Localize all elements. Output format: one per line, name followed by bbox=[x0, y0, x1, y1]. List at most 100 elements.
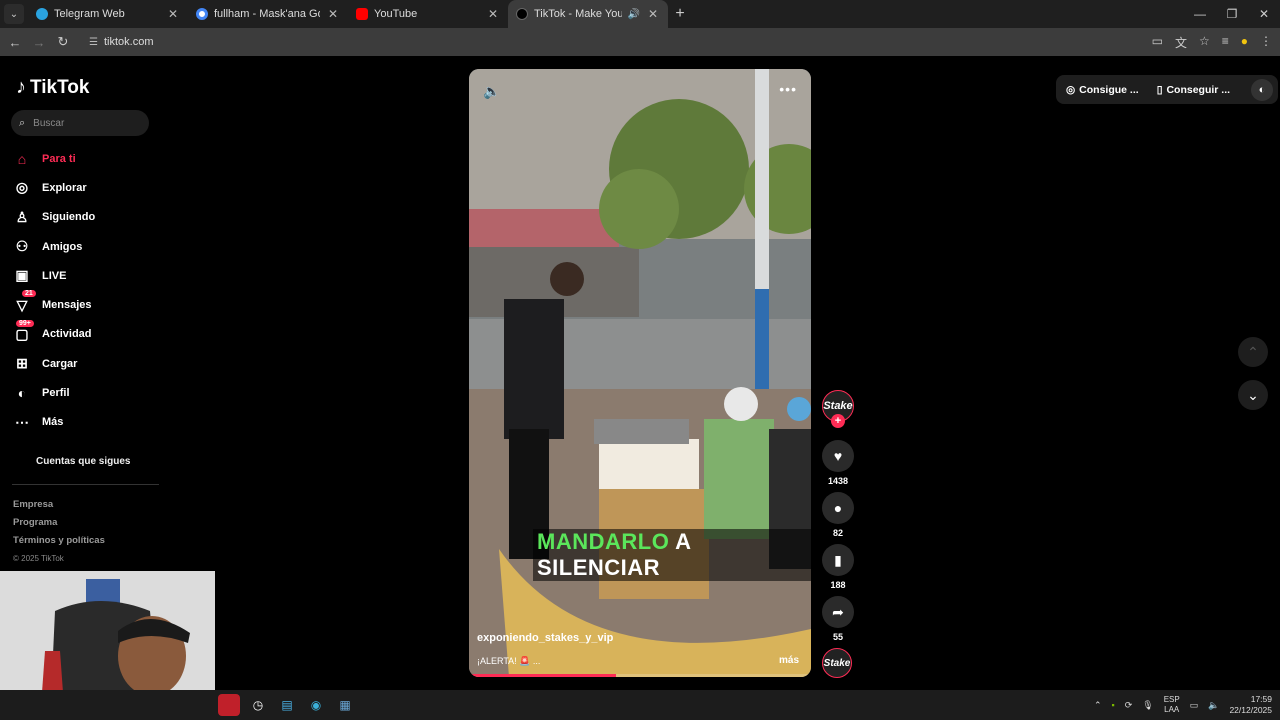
restore-icon[interactable]: ❐ bbox=[1216, 0, 1248, 28]
video-player[interactable]: 🔈 ••• MANDARLO A SILENCIAR exponiendo_st… bbox=[469, 69, 811, 677]
tab-telegram[interactable]: Telegram Web ✕ bbox=[28, 0, 188, 28]
heart-icon[interactable]: ♥ bbox=[822, 440, 854, 472]
sidebar-item-amigos[interactable]: ⚇ Amigos bbox=[14, 232, 164, 261]
sidebar-item-mensajes[interactable]: ▽ 21 Mensajes bbox=[14, 290, 164, 319]
address-bar: ← → ↻ ☰ tiktok.com ▭ 文 ☆ ≡ ● ⋮ bbox=[0, 28, 1280, 56]
sidebar-item-label: Actividad bbox=[42, 328, 92, 341]
bookmark-star-icon[interactable]: ☆ bbox=[1199, 34, 1210, 51]
close-icon[interactable]: ✕ bbox=[486, 7, 500, 21]
activity-icon: ▢ bbox=[15, 325, 29, 342]
sidebar-item-label: Amigos bbox=[42, 240, 83, 253]
save-action: ▮ 188 bbox=[822, 544, 854, 590]
back-icon[interactable]: ← bbox=[3, 35, 27, 50]
taskbar-notepad-icon[interactable]: ▤ bbox=[276, 694, 298, 716]
tiktok-icon bbox=[516, 8, 528, 20]
taskbar-app-icon[interactable] bbox=[218, 694, 240, 716]
tab-google[interactable]: fullham - Mask'ana Google ✕ bbox=[188, 0, 348, 28]
get-coins-button[interactable]: ◎ Consigue ... bbox=[1056, 84, 1139, 96]
language-indicator[interactable]: ESP LAA bbox=[1164, 695, 1180, 715]
mic-icon[interactable]: 🎙 bbox=[1142, 700, 1153, 711]
following-accounts-heading: Cuentas que sigues bbox=[36, 456, 131, 467]
search-input[interactable]: ⌕ Buscar bbox=[11, 110, 149, 136]
sidebar-item-label: Para ti bbox=[42, 152, 76, 165]
comment-icon[interactable]: ● bbox=[822, 492, 854, 524]
new-tab-button[interactable]: + bbox=[668, 5, 692, 23]
sidebar-item-live[interactable]: ▣ LIVE bbox=[14, 261, 164, 290]
previous-video-button[interactable]: ⌃ bbox=[1238, 337, 1268, 367]
media-controls-icon[interactable]: ≡ bbox=[1222, 34, 1229, 51]
share-count: 55 bbox=[832, 632, 843, 642]
network-icon[interactable]: ▭ bbox=[1190, 700, 1199, 711]
forward-icon[interactable]: → bbox=[27, 35, 51, 50]
sidebar-item-cargar[interactable]: ⊞ Cargar bbox=[14, 349, 164, 378]
translate-icon[interactable]: 文 bbox=[1175, 34, 1187, 51]
volume-icon[interactable]: 🔈 bbox=[483, 83, 500, 100]
close-icon[interactable]: ✕ bbox=[326, 7, 340, 21]
tab-title: YouTube bbox=[374, 8, 418, 20]
messages-badge: 21 bbox=[22, 290, 36, 298]
speaker-icon[interactable]: 🔊 bbox=[628, 9, 640, 20]
next-video-button[interactable]: ⌄ bbox=[1238, 380, 1268, 410]
close-icon[interactable]: ✕ bbox=[646, 7, 660, 21]
footer-link-empresa[interactable]: Empresa bbox=[13, 496, 105, 514]
sidebar-item-explorar[interactable]: ◎ Explorar bbox=[14, 173, 164, 202]
bookmark-icon[interactable]: ▮ bbox=[822, 544, 854, 576]
profile-avatar-icon[interactable]: ● bbox=[1241, 34, 1248, 51]
cast-icon[interactable]: ▭ bbox=[1152, 34, 1163, 51]
footer-link-programa[interactable]: Programa bbox=[13, 514, 105, 532]
sidebar-item-para-ti[interactable]: ⌂ Para ti bbox=[14, 144, 164, 173]
tab-title: Telegram Web bbox=[54, 8, 125, 20]
nvidia-icon[interactable]: ▪ bbox=[1112, 700, 1115, 710]
url-field[interactable]: ☰ tiktok.com bbox=[81, 30, 1121, 54]
get-app-label: Conseguir ... bbox=[1166, 83, 1231, 96]
video-frame bbox=[469, 69, 811, 677]
volume-tray-icon[interactable]: 🔈 bbox=[1208, 700, 1219, 711]
taskbar-clock-app-icon[interactable]: ◷ bbox=[247, 694, 269, 716]
comment-action: ● 82 bbox=[822, 492, 854, 538]
more-options-icon[interactable]: ••• bbox=[779, 81, 797, 97]
top-right-bar: ◎ Consigue ... ▯ Conseguir ... ◐ bbox=[1056, 75, 1278, 104]
see-more-link[interactable]: más bbox=[779, 655, 799, 666]
tab-search-dropdown-icon[interactable]: ⌄ bbox=[4, 4, 24, 24]
reload-icon[interactable]: ↻ bbox=[51, 34, 75, 50]
comment-count: 82 bbox=[832, 528, 843, 538]
footer-link-terminos[interactable]: Términos y políticas bbox=[13, 532, 105, 550]
sidebar-nav: ⌂ Para ti ◎ Explorar ♙ Siguiendo ⚇ Amigo… bbox=[14, 144, 164, 437]
tab-title: fullham - Mask'ana Google bbox=[214, 8, 320, 20]
menu-kebab-icon[interactable]: ⋮ bbox=[1260, 34, 1272, 51]
sidebar-item-label: Mensajes bbox=[42, 299, 92, 312]
google-icon bbox=[196, 8, 208, 20]
sync-icon[interactable]: ⟳ bbox=[1125, 700, 1133, 711]
close-icon[interactable]: ✕ bbox=[166, 7, 180, 21]
sidebar-item-label: Siguiendo bbox=[42, 211, 96, 224]
site-info-icon[interactable]: ☰ bbox=[89, 37, 98, 48]
music-disc-icon[interactable]: Stake bbox=[822, 648, 852, 678]
calculator-icon[interactable]: ▦ bbox=[334, 694, 356, 716]
compass-icon: ◎ bbox=[15, 179, 29, 196]
tab-youtube[interactable]: YouTube ✕ bbox=[348, 0, 508, 28]
tiktok-note-icon: ♪ bbox=[16, 76, 26, 98]
share-icon[interactable]: ➦ bbox=[822, 596, 854, 628]
upload-icon: ⊞ bbox=[16, 355, 28, 372]
tab-tiktok[interactable]: TikTok - Make Your Day 🔊 ✕ bbox=[508, 0, 668, 28]
sidebar-item-actividad[interactable]: ▢ 99+ Actividad bbox=[14, 319, 164, 349]
chevron-down-icon: ⌄ bbox=[1247, 386, 1259, 403]
clock[interactable]: 17:59 22/12/2025 bbox=[1229, 694, 1272, 716]
more-icon: ⋯ bbox=[15, 413, 29, 430]
user-avatar[interactable]: ◐ bbox=[1251, 78, 1273, 101]
activity-badge: 99+ bbox=[16, 319, 34, 327]
get-app-button[interactable]: ▯ Conseguir ... bbox=[1139, 84, 1230, 96]
tray-chevron-icon[interactable]: ⌃ bbox=[1094, 700, 1102, 711]
minimize-icon[interactable]: — bbox=[1184, 0, 1216, 28]
sidebar-item-mas[interactable]: ⋯ Más bbox=[14, 408, 164, 437]
close-window-icon[interactable]: ✕ bbox=[1248, 0, 1280, 28]
follow-plus-icon[interactable]: + bbox=[831, 414, 845, 428]
sidebar-item-siguiendo[interactable]: ♙ Siguiendo bbox=[14, 203, 164, 232]
video-progress-bar[interactable] bbox=[469, 674, 811, 677]
tiktok-logo[interactable]: ♪ TikTok bbox=[16, 76, 89, 99]
sidebar-item-perfil[interactable]: ◐ Perfil bbox=[14, 378, 164, 407]
video-caption: MANDARLO A SILENCIAR bbox=[533, 529, 811, 581]
search-icon: ⌕ bbox=[19, 116, 26, 129]
video-username[interactable]: exponiendo_stakes_y_vip bbox=[477, 632, 613, 644]
edge-browser-icon[interactable]: ◉ bbox=[305, 694, 327, 716]
